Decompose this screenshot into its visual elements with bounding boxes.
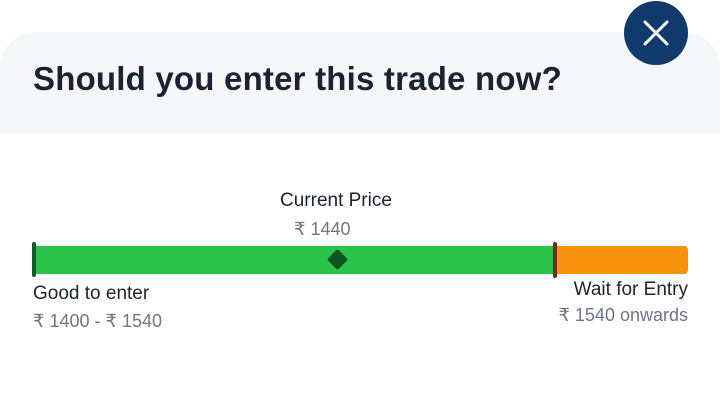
wait-for-entry-range: ₹ 1540 onwards — [558, 305, 688, 325]
wait-for-entry-zone — [556, 246, 688, 274]
range-end-tick — [553, 242, 557, 278]
current-price-label: Current Price — [280, 190, 392, 211]
modal-title: Should you enter this trade now? — [33, 60, 562, 97]
good-to-enter-label: Good to enter — [33, 283, 150, 304]
good-to-enter-range: ₹ 1400 - ₹ 1540 — [33, 311, 162, 331]
range-start-tick — [32, 242, 36, 277]
good-to-enter-zone — [33, 246, 556, 274]
close-icon — [643, 20, 669, 46]
wait-for-entry-label: Wait for Entry — [573, 279, 688, 300]
close-button[interactable] — [624, 1, 688, 65]
current-price-value: ₹ 1440 — [294, 219, 351, 239]
